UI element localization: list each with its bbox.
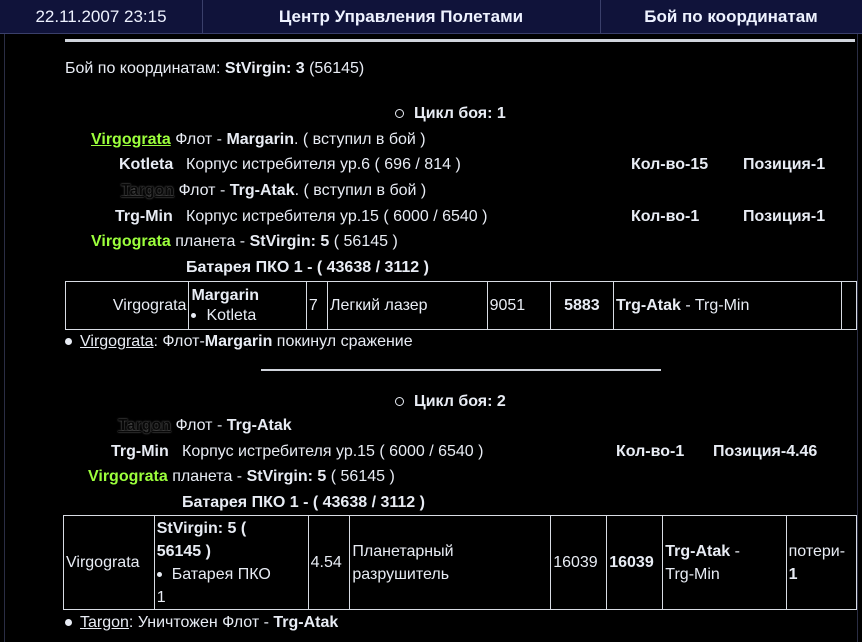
c1-unit-pos-1: Позиция-1 [743,156,826,173]
player-link[interactable]: Virgograta [91,131,171,148]
table-row: Virgograta Margarin Kotleta 7 Легкий лаз… [64,281,858,330]
c1-unit-qty-2: Кол-во-1 [631,208,700,225]
table-row: Virgograta StVirgin: 5 ( 56145 ) Батарея… [63,515,858,610]
attack-target: Trg-Atak - Trg-Min [613,281,842,330]
c1-unit-name-1: Kotleta [119,156,174,173]
circle-icon [395,109,404,119]
damage-dealt: 5883 [549,281,615,330]
circle-icon [395,397,404,407]
c1-fleet-row-2: Targon Флот - Trg-Atak. ( вступил в бой … [121,182,427,199]
page-title: Бой по координатам [644,7,818,26]
c1-unit-desc-1: Корпус истребителя ур.6 ( 696 / 814 ) [186,156,461,173]
player-link[interactable]: Targon [118,417,171,434]
c1-unit-pos-2: Позиция-1 [743,208,826,225]
player-name: Virgograta [91,233,171,250]
battle-summary: Бой по координатам: StVirgin: 3 (56145) [65,60,364,78]
datetime: 22.11.2007 23:15 [0,0,203,34]
bullet-icon [65,619,72,627]
c2-attack-table: Virgograta StVirgin: 5 ( 56145 ) Батарея… [63,515,858,610]
bullet-icon [191,312,197,318]
damage-total: 9051 [486,281,551,330]
attacker-unit: StVirgin: 5 ( 56145 ) Батарея ПКО 1 [153,515,309,610]
c1-planet-row: Virgograta планета - StVirgin: 5 ( 56145… [91,233,398,250]
damage-dealt: 16039 [606,515,664,610]
damage-total: 16039 [550,515,608,610]
losses-cell [840,281,858,330]
summary-label: Бой по координатам: [65,60,221,77]
top-divider [65,39,855,42]
attacker-owner: Virgograta [63,515,155,610]
cycle-divider [261,369,661,371]
weapon-name: Легкий лазер [326,281,488,330]
c2-event: Targon: Уничтожен Флот - Trg-Atak [65,614,338,632]
player-name: Virgograta [88,468,168,485]
shot-count: 7 [305,281,328,330]
bullet-icon [65,338,72,346]
c1-battery-row: Батарея ПКО 1 - ( 43638 / 3112 ) [186,259,429,276]
c2-unit-qty-1: Кол-во-1 [616,443,685,460]
bullet-icon [156,571,162,577]
player-link[interactable]: Targon [80,614,129,631]
c1-fleet-row-1: Virgograta Флот - Margarin. ( вступил в … [91,131,426,148]
attacker-unit: Margarin Kotleta [188,281,307,330]
summary-num: 3 [295,60,305,77]
shot-coef: 4.54 [307,515,351,610]
top-bar: 22.11.2007 23:15 Центр Управления Полета… [0,0,862,34]
c2-unit-name-1: Trg-Min [111,443,169,460]
weapon-name: Планетарный разрушитель [349,515,552,610]
attack-target: Trg-Atak - Trg-Min [662,515,787,610]
summary-code: (56145) [309,60,365,77]
center-title: Центр Управления Полетами [202,0,601,34]
c1-unit-qty-1: Кол-во-15 [631,156,709,173]
battle-report: Бой по координатам: StVirgin: 3 (56145) … [4,34,858,642]
c1-unit-desc-2: Корпус истребителя ур.15 ( 6000 / 6540 ) [186,208,488,225]
c2-planet-row: Virgograta планета - StVirgin: 5 ( 56145… [88,468,395,485]
c2-unit-pos-1: Позиция-4.46 [713,443,818,460]
attacker-owner: Virgograta [64,281,190,330]
c1-attack-table: Virgograta Margarin Kotleta 7 Легкий лаз… [64,281,858,330]
player-link[interactable]: Targon [121,182,174,199]
c1-unit-name-2: Trg-Min [115,208,173,225]
player-link[interactable]: Virgograta [80,333,154,350]
cycle-1-title: Цикл боя: 1 [395,105,506,123]
cycle-2-title: Цикл боя: 2 [395,393,506,411]
c2-unit-desc-1: Корпус истребителя ур.15 ( 6000 / 6540 ) [182,443,484,460]
losses-cell: потери- 1 [785,515,858,610]
c2-fleet-row-1: Targon Флот - Trg-Atak [118,417,292,434]
c1-event: Virgograta: Флот-Margarin покинул сражен… [65,333,413,351]
c2-battery-row: Батарея ПКО 1 - ( 43638 / 3112 ) [182,494,425,511]
summary-planet: StVirgin: [224,60,292,77]
